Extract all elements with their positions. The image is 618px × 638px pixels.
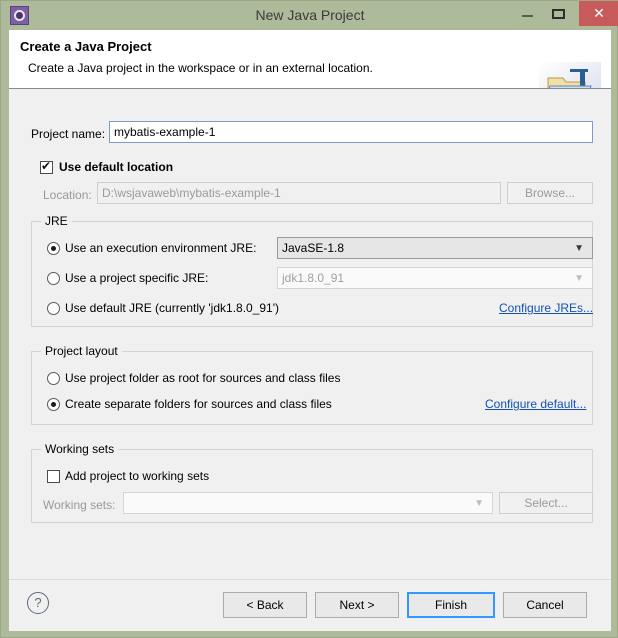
execution-environment-combo[interactable]: JavaSE-1.8 ▼ bbox=[277, 237, 593, 259]
select-working-sets-button[interactable]: Select... bbox=[499, 492, 593, 514]
title-bar[interactable]: New Java Project ✕ bbox=[1, 1, 618, 30]
finish-button[interactable]: Finish bbox=[407, 592, 495, 618]
project-layout-group: Project layout bbox=[31, 344, 593, 425]
cancel-button[interactable]: Cancel bbox=[503, 592, 587, 618]
location-input[interactable]: D:\wsjavaweb\mybatis-example-1 bbox=[97, 182, 501, 204]
new-java-project-dialog: New Java Project ✕ Create a Java Project… bbox=[0, 0, 618, 638]
working-sets-group-title: Working sets bbox=[41, 442, 119, 456]
wizard-banner: Create a Java Project Create a Java proj… bbox=[9, 30, 611, 112]
back-button[interactable]: < Back bbox=[223, 592, 307, 618]
minimize-button[interactable] bbox=[512, 1, 543, 26]
working-sets-label: Working sets: bbox=[43, 498, 116, 512]
radio-project-folder-root[interactable] bbox=[47, 372, 60, 385]
radio-separate-folders-label: Create separate folders for sources and … bbox=[65, 397, 332, 411]
radio-default-jre[interactable] bbox=[47, 302, 60, 315]
close-icon: ✕ bbox=[593, 5, 605, 21]
close-button[interactable]: ✕ bbox=[579, 1, 618, 26]
banner-title: Create a Java Project bbox=[20, 39, 152, 54]
next-button[interactable]: Next > bbox=[315, 592, 399, 618]
chevron-down-icon: ▼ bbox=[474, 498, 484, 509]
project-layout-group-title: Project layout bbox=[41, 344, 122, 358]
working-sets-combo[interactable]: ▼ bbox=[123, 492, 493, 514]
use-default-location-label: Use default location bbox=[59, 160, 174, 174]
location-label: Location: bbox=[43, 188, 92, 202]
radio-project-specific-jre[interactable] bbox=[47, 272, 60, 285]
help-icon[interactable]: ? bbox=[27, 592, 49, 614]
chevron-down-icon: ▼ bbox=[574, 243, 584, 254]
radio-separate-folders[interactable] bbox=[47, 398, 60, 411]
add-project-to-working-sets-checkbox[interactable] bbox=[47, 470, 60, 483]
project-name-input[interactable]: mybatis-example-1 bbox=[109, 121, 593, 143]
chevron-down-icon: ▼ bbox=[574, 273, 584, 284]
minimize-icon bbox=[522, 15, 533, 17]
radio-project-specific-jre-label: Use a project specific JRE: bbox=[65, 271, 209, 285]
project-name-label: Project name: bbox=[31, 127, 106, 141]
maximize-button[interactable] bbox=[543, 1, 574, 26]
use-default-location-checkbox[interactable] bbox=[40, 159, 53, 174]
dialog-footer: ? < Back Next > Finish Cancel bbox=[9, 579, 611, 631]
project-specific-jre-combo[interactable]: jdk1.8.0_91 ▼ bbox=[277, 267, 593, 289]
radio-execution-environment-jre[interactable] bbox=[47, 242, 60, 255]
project-specific-jre-value: jdk1.8.0_91 bbox=[282, 271, 345, 285]
radio-default-jre-label: Use default JRE (currently 'jdk1.8.0_91'… bbox=[65, 301, 280, 315]
execution-environment-value: JavaSE-1.8 bbox=[282, 241, 345, 255]
configure-jres-link[interactable]: Configure JREs... bbox=[499, 301, 593, 315]
add-project-to-working-sets-label: Add project to working sets bbox=[65, 469, 210, 483]
dialog-body: Project name: mybatis-example-1 Use defa… bbox=[9, 89, 611, 579]
radio-execution-environment-jre-label: Use an execution environment JRE: bbox=[65, 241, 257, 255]
radio-project-folder-root-label: Use project folder as root for sources a… bbox=[65, 371, 341, 385]
browse-button[interactable]: Browse... bbox=[507, 182, 593, 204]
banner-subtitle: Create a Java project in the workspace o… bbox=[28, 61, 373, 75]
maximize-icon bbox=[552, 9, 565, 19]
jre-group-title: JRE bbox=[41, 214, 72, 228]
configure-default-link[interactable]: Configure default... bbox=[485, 397, 586, 411]
